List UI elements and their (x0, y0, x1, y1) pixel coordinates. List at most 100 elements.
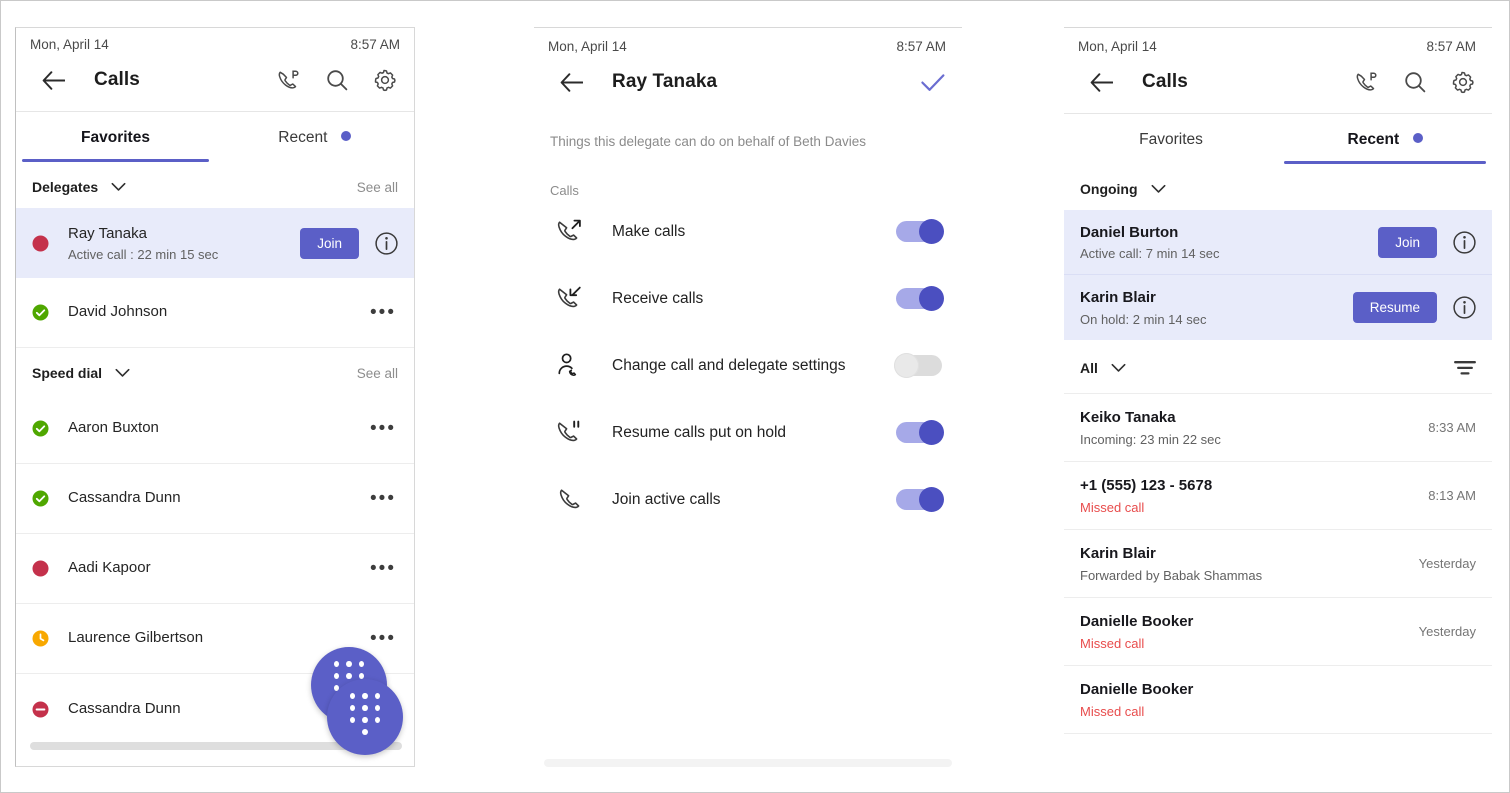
permission-toggle-join-calls[interactable] (896, 487, 944, 512)
call-status: Active call: 7 min 14 sec (1080, 246, 1220, 262)
tab-favorites[interactable]: Favorites (1064, 114, 1278, 164)
call-history-row[interactable]: Karin Blair Forwarded by Babak Shammas Y… (1064, 530, 1492, 598)
contact-name: Cassandra Dunn (68, 699, 181, 717)
caller-name: Karin Blair (1080, 545, 1156, 563)
call-detail: Missed call (1080, 703, 1145, 719)
ongoing-call-row[interactable]: Daniel Burton Active call: 7 min 14 sec … (1064, 210, 1492, 275)
caller-number: +1 (555) 123 - 5678 (1080, 477, 1213, 495)
more-options-icon[interactable]: ••• (368, 302, 398, 324)
contact-info: Cassandra Dunn (68, 488, 368, 508)
confirm-checkmark-icon[interactable] (920, 69, 946, 95)
ongoing-section-header: Ongoing (1064, 164, 1492, 210)
speed-dial-row[interactable]: Cassandra Dunn ••• (16, 464, 414, 534)
permission-label: Receive calls (612, 289, 704, 307)
speed-dial-row[interactable]: Aaron Buxton ••• (16, 394, 414, 464)
more-options-icon[interactable]: ••• (368, 558, 398, 580)
permission-row-receive-calls[interactable]: Receive calls (534, 265, 962, 332)
info-icon[interactable] (1453, 296, 1476, 319)
ongoing-call-row[interactable]: Karin Blair On hold: 2 min 14 sec Resume (1064, 275, 1492, 340)
parked-calls-icon[interactable] (1354, 69, 1380, 95)
caller-name: Danielle Booker (1080, 613, 1194, 631)
chevron-down-icon[interactable] (115, 368, 130, 378)
join-call-button[interactable]: Join (300, 227, 359, 259)
parked-calls-icon[interactable] (276, 67, 302, 93)
back-arrow-icon[interactable] (556, 67, 586, 97)
back-arrow-icon[interactable] (1086, 67, 1116, 97)
more-options-icon[interactable]: ••• (368, 628, 398, 650)
delegate-description: Things this delegate can do on behalf of… (550, 134, 866, 149)
status-bar: Mon, April 14 8:57 AM (16, 28, 414, 59)
permission-row-resume-calls[interactable]: Resume calls put on hold (534, 399, 962, 466)
info-icon[interactable] (1453, 230, 1476, 254)
call-time: Yesterday (1418, 624, 1476, 639)
contact-name: Aaron Buxton (68, 419, 159, 437)
status-bar: Mon, April 14 8:57 AM (1064, 28, 1492, 61)
call-outgoing-icon (556, 218, 586, 245)
call-time: Yesterday (1418, 556, 1476, 571)
search-icon[interactable] (324, 67, 350, 93)
speed-dial-see-all-link[interactable]: See all (357, 366, 398, 381)
status-time: 8:57 AM (350, 37, 400, 52)
permission-row-make-calls[interactable]: Make calls (534, 198, 962, 265)
chevron-down-icon[interactable] (1111, 363, 1126, 373)
ongoing-call-info: Daniel Burton Active call: 7 min 14 sec (1080, 223, 1378, 261)
back-arrow-icon[interactable] (38, 65, 68, 95)
permission-toggle-resume-calls[interactable] (896, 420, 944, 445)
delegate-call-status: Active call : 22 min 15 sec (68, 247, 219, 263)
screenshot-canvas: Mon, April 14 8:57 AM Calls Favorites Re… (0, 0, 1510, 793)
chevron-down-icon[interactable] (1151, 184, 1166, 194)
chevron-down-icon[interactable] (111, 182, 126, 192)
call-history-info: Danielle Booker Missed call (1080, 680, 1466, 718)
permission-row-join-calls[interactable]: Join active calls (534, 466, 962, 533)
phone-panel-recent: Mon, April 14 8:57 AM Calls Favorites Re… (1064, 27, 1492, 777)
gear-icon[interactable] (372, 67, 398, 93)
more-options-icon[interactable]: ••• (368, 418, 398, 440)
speed-dial-row[interactable]: Aadi Kapoor ••• (16, 534, 414, 604)
call-history-info: Keiko Tanaka Incoming: 23 min 22 sec (1080, 408, 1418, 446)
permission-toggle-change-settings[interactable] (894, 353, 942, 378)
caller-name: Daniel Burton (1080, 223, 1179, 241)
delegates-see-all-link[interactable]: See all (357, 180, 398, 195)
call-pause-icon (556, 419, 586, 446)
search-icon[interactable] (1402, 69, 1428, 95)
tab-favorites[interactable]: Favorites (16, 112, 215, 162)
call-history-row[interactable]: Danielle Booker Missed call Yesterday (1064, 598, 1492, 666)
resume-call-button[interactable]: Resume (1352, 292, 1437, 323)
call-history-row[interactable]: Keiko Tanaka Incoming: 23 min 22 sec 8:3… (1064, 394, 1492, 462)
contact-name: Aadi Kapoor (68, 559, 151, 577)
more-options-icon[interactable]: ••• (368, 488, 398, 510)
delegate-row-active[interactable]: Ray Tanaka Active call : 22 min 15 sec J… (16, 208, 414, 278)
call-icon (556, 486, 586, 513)
call-history-row[interactable]: Danielle Booker Missed call (1064, 666, 1492, 734)
gear-icon[interactable] (1450, 69, 1476, 95)
permission-toggle-receive-calls[interactable] (896, 286, 944, 311)
call-time: 8:13 AM (1428, 488, 1476, 503)
filter-icon[interactable] (1454, 360, 1476, 376)
tab-recent-label: Recent (278, 129, 328, 146)
delegate-row[interactable]: David Johnson ••• (16, 278, 414, 348)
app-bar: Calls (1064, 61, 1492, 114)
permission-toggle-make-calls[interactable] (896, 219, 944, 244)
status-bar: Mon, April 14 8:57 AM (534, 28, 962, 61)
call-history-row[interactable]: +1 (555) 123 - 5678 Missed call 8:13 AM (1064, 462, 1492, 530)
dialpad-fab-button[interactable] (327, 679, 403, 755)
horizontal-scrollbar[interactable] (544, 759, 952, 767)
permission-row-change-settings[interactable]: Change call and delegate settings (534, 332, 962, 399)
call-detail: Missed call (1080, 635, 1145, 651)
page-title: Calls (94, 69, 140, 90)
call-history-info: Karin Blair Forwarded by Babak Shammas (1080, 544, 1409, 582)
presence-available-icon (32, 420, 49, 437)
join-call-button[interactable]: Join (1378, 226, 1437, 258)
call-history-info: +1 (555) 123 - 5678 Missed call (1080, 476, 1418, 514)
person-call-icon (556, 352, 586, 379)
info-icon[interactable] (375, 231, 398, 255)
tab-recent[interactable]: Recent (1278, 114, 1492, 164)
page-title: Ray Tanaka (612, 71, 718, 92)
presence-dnd-icon (32, 701, 49, 718)
tab-bar: Favorites Recent (1064, 114, 1492, 164)
permission-label: Make calls (612, 222, 686, 240)
history-filter-row: All (1064, 340, 1492, 394)
tab-recent[interactable]: Recent (215, 112, 414, 162)
call-status: On hold: 2 min 14 sec (1080, 311, 1207, 327)
unread-dot-icon (340, 131, 351, 141)
